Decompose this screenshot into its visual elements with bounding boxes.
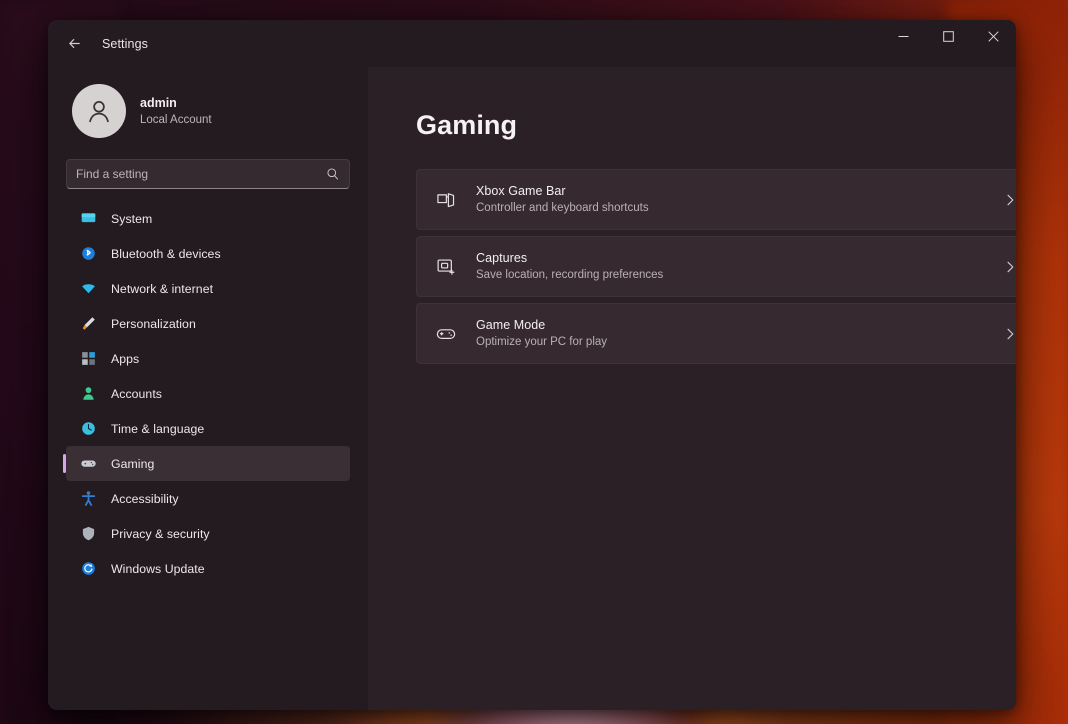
sidebar-item-label: Privacy & security xyxy=(111,526,210,541)
wifi-icon xyxy=(80,280,97,297)
gamepad-icon xyxy=(80,455,97,472)
card-title: Game Mode xyxy=(476,317,546,332)
desktop-wallpaper: Settings admin Local Account Find a sett… xyxy=(0,0,1068,724)
sidebar-item-label: Gaming xyxy=(111,456,155,471)
sidebar-item-label: Apps xyxy=(111,351,140,366)
sidebar-item-network-internet[interactable]: Network & internet xyxy=(66,271,350,306)
settings-card-list: Xbox Game Bar Controller and keyboard sh… xyxy=(416,169,1016,364)
title-bar: Settings xyxy=(48,20,1016,67)
sidebar-item-label: Time & language xyxy=(111,421,205,436)
sidebar-item-accessibility[interactable]: Accessibility xyxy=(66,481,350,516)
search-icon xyxy=(326,167,340,181)
card-subtitle: Optimize your PC for play xyxy=(476,336,608,349)
window-body: admin Local Account Find a setting Syste… xyxy=(48,67,1016,710)
sidebar-nav: System Bluetooth & devices Network & int… xyxy=(62,201,354,586)
page-title: Gaming xyxy=(416,110,518,140)
sidebar-item-label: Bluetooth & devices xyxy=(111,246,221,261)
sidebar-item-gaming[interactable]: Gaming xyxy=(63,446,350,481)
close-button[interactable] xyxy=(971,20,1016,53)
main-content: Gaming Xbox Game Bar Controller and keyb… xyxy=(368,67,1016,710)
game-bar-icon xyxy=(433,187,459,213)
minimize-icon xyxy=(898,36,909,37)
sidebar-item-apps[interactable]: Apps xyxy=(66,341,350,376)
card-subtitle: Controller and keyboard shortcuts xyxy=(476,202,649,215)
sidebar-item-time-language[interactable]: Time & language xyxy=(66,411,350,446)
maximize-button[interactable] xyxy=(926,20,971,53)
apps-grid-icon xyxy=(80,350,97,367)
chevron-right-icon[interactable] xyxy=(1003,193,1016,207)
avatar xyxy=(72,84,126,138)
sidebar-item-label: Accessibility xyxy=(111,491,179,506)
account-card[interactable]: admin Local Account xyxy=(62,67,354,141)
account-type: Local Account xyxy=(140,113,212,126)
card-game-mode[interactable]: Game Mode Optimize your PC for play xyxy=(416,303,1016,364)
gamepad-outline-icon xyxy=(433,321,459,347)
sidebar-item-personalization[interactable]: Personalization xyxy=(66,306,350,341)
clock-icon xyxy=(80,420,97,437)
update-refresh-icon xyxy=(80,560,97,577)
sidebar-item-accounts[interactable]: Accounts xyxy=(66,376,350,411)
account-name: admin xyxy=(140,95,177,110)
person-icon xyxy=(89,101,109,123)
chevron-right-icon[interactable] xyxy=(1003,327,1016,341)
sidebar-item-label: Windows Update xyxy=(111,561,205,576)
paintbrush-icon xyxy=(80,315,97,332)
sidebar-item-windows-update[interactable]: Windows Update xyxy=(66,551,350,586)
window-title: Settings xyxy=(102,36,148,51)
sidebar: admin Local Account Find a setting Syste… xyxy=(48,67,368,710)
sidebar-item-label: System xyxy=(111,211,153,226)
card-subtitle: Save location, recording preferences xyxy=(476,269,664,282)
search-box[interactable] xyxy=(66,159,350,189)
card-title: Captures xyxy=(476,250,528,265)
bluetooth-icon xyxy=(80,245,97,262)
search-input[interactable] xyxy=(76,167,326,181)
capture-screen-icon xyxy=(433,254,459,280)
sidebar-item-label: Network & internet xyxy=(111,281,214,296)
card-text: Game Mode Optimize your PC for play xyxy=(476,316,1003,352)
accessibility-icon xyxy=(80,490,97,507)
sidebar-item-label: Accounts xyxy=(111,386,162,401)
settings-window: Settings admin Local Account Find a sett… xyxy=(48,20,1016,710)
sidebar-item-label: Personalization xyxy=(111,316,196,331)
minimize-button[interactable] xyxy=(881,20,926,53)
sidebar-item-privacy-security[interactable]: Privacy & security xyxy=(66,516,350,551)
shield-icon xyxy=(80,525,97,542)
close-icon xyxy=(988,31,999,42)
card-title: Xbox Game Bar xyxy=(476,183,566,198)
card-captures[interactable]: Captures Save location, recording prefer… xyxy=(416,236,1016,297)
monitor-icon xyxy=(80,210,97,227)
chevron-right-icon[interactable] xyxy=(1003,260,1016,274)
person-badge-icon xyxy=(80,385,97,402)
sidebar-item-system[interactable]: System xyxy=(66,201,350,236)
maximize-icon xyxy=(943,31,954,42)
sidebar-item-bluetooth-devices[interactable]: Bluetooth & devices xyxy=(66,236,350,271)
card-text: Xbox Game Bar Controller and keyboard sh… xyxy=(476,182,1003,218)
card-xbox-game-bar[interactable]: Xbox Game Bar Controller and keyboard sh… xyxy=(416,169,1016,230)
window-controls xyxy=(881,20,1016,67)
card-text: Captures Save location, recording prefer… xyxy=(476,249,1003,285)
back-button[interactable] xyxy=(56,29,92,59)
back-arrow-icon xyxy=(68,38,80,49)
